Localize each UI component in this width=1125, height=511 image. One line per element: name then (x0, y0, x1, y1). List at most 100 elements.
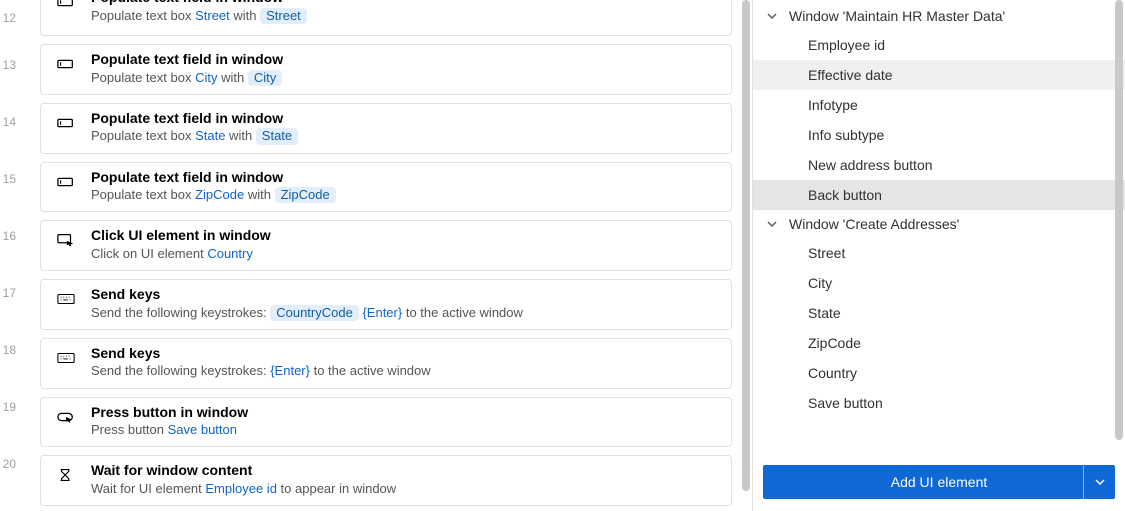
step-icon-wrap (55, 51, 77, 71)
flow-column: 121314151617181920 Populate text field i… (0, 0, 752, 511)
flow-scrollbar[interactable] (742, 0, 750, 491)
step-title: Click UI element in window (91, 227, 717, 245)
step-number: 18 (0, 321, 20, 378)
tree-item[interactable]: Info subtype (753, 120, 1125, 150)
tree-item[interactable]: Effective date (753, 60, 1125, 90)
step-icon-wrap (55, 462, 77, 482)
desc-text: with (244, 187, 274, 202)
step-title: Send keys (91, 286, 717, 304)
flow-step[interactable]: Populate text field in windowPopulate te… (40, 0, 732, 36)
ui-element-link[interactable]: Save button (168, 422, 237, 437)
desc-text: Populate text box (91, 128, 195, 143)
variable-pill[interactable]: State (256, 128, 298, 144)
step-title: Press button in window (91, 404, 717, 422)
textbox-icon (57, 57, 75, 71)
keystroke-token: {Enter} (270, 363, 310, 378)
ui-element-link[interactable]: Street (195, 8, 230, 23)
textbox-icon (57, 0, 75, 9)
variable-pill[interactable]: Street (260, 8, 307, 24)
tree-item[interactable]: Employee id (753, 30, 1125, 60)
ui-element-link[interactable]: ZipCode (195, 187, 244, 202)
tree-item[interactable]: ZipCode (753, 328, 1125, 358)
tree-group-header[interactable]: Window 'Maintain HR Master Data' (753, 2, 1125, 30)
step-description: Populate text box Street with Street (91, 8, 717, 24)
ui-element-link[interactable]: Country (207, 246, 253, 261)
step-title: Send keys (91, 345, 717, 363)
add-ui-element-button[interactable]: Add UI element (763, 465, 1115, 499)
desc-text: Wait for UI element (91, 481, 205, 496)
step-number: 15 (0, 150, 20, 207)
tree-group-label: Window 'Create Addresses' (789, 216, 959, 232)
desc-text: to appear in window (277, 481, 396, 496)
desc-text: Click on UI element (91, 246, 207, 261)
step-body: Click UI element in windowClick on UI el… (91, 227, 717, 262)
keyboard-icon (57, 351, 75, 365)
chevron-down-icon (767, 11, 779, 21)
step-body: Send keysSend the following keystrokes: … (91, 286, 717, 321)
step-body: Wait for window contentWait for UI eleme… (91, 462, 717, 497)
step-title: Populate text field in window (91, 51, 717, 69)
chevron-down-icon (767, 219, 779, 229)
click-icon (57, 233, 75, 247)
step-description: Send the following keystrokes: CountryCo… (91, 305, 717, 321)
flow-step[interactable]: Send keysSend the following keystrokes: … (40, 338, 732, 389)
tree-item[interactable]: Street (753, 238, 1125, 268)
desc-text: Press button (91, 422, 168, 437)
tree-item[interactable]: Save button (753, 388, 1125, 418)
ui-element-link[interactable]: Employee id (205, 481, 277, 496)
chevron-down-icon (1094, 476, 1106, 488)
flow-step[interactable]: Wait for window contentWait for UI eleme… (40, 455, 732, 506)
step-icon-wrap (55, 286, 77, 306)
step-number: 19 (0, 378, 20, 435)
step-icon-wrap (55, 0, 77, 9)
flow-step[interactable]: Click UI element in windowClick on UI el… (40, 220, 732, 271)
step-description: Populate text box ZipCode with ZipCode (91, 187, 717, 203)
tree-group-label: Window 'Maintain HR Master Data' (789, 8, 1005, 24)
step-body: Populate text field in windowPopulate te… (91, 51, 717, 86)
step-title: Wait for window content (91, 462, 717, 480)
step-description: Click on UI element Country (91, 246, 717, 262)
flow-step[interactable]: Populate text field in windowPopulate te… (40, 103, 732, 154)
keyboard-icon (57, 292, 75, 306)
tree-item[interactable]: Back button (753, 180, 1125, 210)
step-icon-wrap (55, 227, 77, 247)
tree-item[interactable]: Infotype (753, 90, 1125, 120)
tree-group-header[interactable]: Window 'Create Addresses' (753, 210, 1125, 238)
side-scrollbar[interactable] (1115, 0, 1123, 440)
tree-item[interactable]: New address button (753, 150, 1125, 180)
desc-text: Populate text box (91, 8, 195, 23)
flow-step[interactable]: Populate text field in windowPopulate te… (40, 162, 732, 213)
step-body: Populate text field in windowPopulate te… (91, 0, 717, 24)
step-description: Wait for UI element Employee id to appea… (91, 481, 717, 497)
tree-item[interactable]: State (753, 298, 1125, 328)
flow-steps: Populate text field in windowPopulate te… (20, 0, 752, 511)
tree-item[interactable]: City (753, 268, 1125, 298)
step-body: Populate text field in windowPopulate te… (91, 110, 717, 145)
step-body: Send keysSend the following keystrokes: … (91, 345, 717, 380)
tree-item[interactable]: Country (753, 358, 1125, 388)
desc-text: to the active window (402, 305, 523, 320)
step-icon-wrap (55, 110, 77, 130)
step-description: Populate text box City with City (91, 70, 717, 86)
flow-step[interactable]: Press button in windowPress button Save … (40, 397, 732, 448)
variable-pill[interactable]: ZipCode (275, 187, 336, 203)
keystroke-token: {Enter} (362, 305, 402, 320)
ui-elements-panel: Window 'Maintain HR Master Data' Employee… (752, 0, 1125, 511)
desc-text: Populate text box (91, 187, 195, 202)
step-number: 13 (0, 36, 20, 93)
add-ui-element-split[interactable] (1083, 465, 1115, 499)
step-icon-wrap (55, 169, 77, 189)
desc-text: Send the following keystrokes: (91, 363, 270, 378)
ui-element-link[interactable]: City (195, 70, 217, 85)
variable-pill[interactable]: CountryCode (270, 305, 359, 321)
variable-pill[interactable]: City (248, 70, 282, 86)
step-numbers: 121314151617181920 (0, 0, 20, 511)
desc-text: with (217, 70, 247, 85)
flow-step[interactable]: Send keysSend the following keystrokes: … (40, 279, 732, 330)
flow-step[interactable]: Populate text field in windowPopulate te… (40, 44, 732, 95)
ui-element-link[interactable]: State (195, 128, 225, 143)
add-ui-element-label: Add UI element (891, 474, 988, 490)
step-description: Send the following keystrokes: {Enter} t… (91, 363, 717, 379)
textbox-icon (57, 116, 75, 130)
textbox-icon (57, 175, 75, 189)
